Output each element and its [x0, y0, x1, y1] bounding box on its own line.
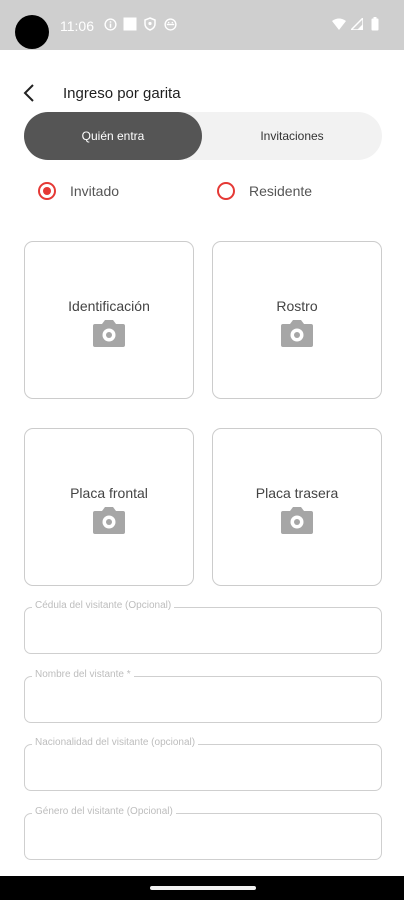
cedula-field-label: Cédula del visitante (Opcional): [32, 600, 175, 611]
genero-input[interactable]: [35, 824, 371, 850]
tab-invitaciones[interactable]: Invitaciones: [202, 112, 382, 160]
radio-invitado-label: Invitado: [70, 183, 120, 199]
genero-field: Género del visitante (Opcional): [24, 806, 382, 860]
radio-invitado[interactable]: Invitado: [38, 178, 119, 204]
square-icon: [123, 17, 137, 31]
nombre-input[interactable]: [35, 687, 371, 713]
photo-card-placa-frontal[interactable]: Placa frontal: [24, 428, 194, 586]
card-label: Placa trasera: [255, 485, 339, 501]
signal-icon: [350, 17, 364, 31]
radio-selected-dot: [43, 187, 51, 195]
photo-card-rostro[interactable]: Rostro: [212, 241, 382, 399]
card-label: Rostro: [276, 298, 318, 314]
card-label: Identificación: [68, 298, 150, 314]
wifi-icon: [332, 17, 346, 31]
cedula-field: Cédula del visitante (Opcional): [24, 600, 382, 654]
cedula-input[interactable]: [35, 618, 371, 644]
face-icon: [163, 17, 177, 31]
genero-field-label: Género del visitante (Opcional): [32, 806, 176, 817]
photo-card-identificacion[interactable]: Identificación: [24, 241, 194, 399]
nacionalidad-field: Nacionalidad del visitante (opcional): [24, 737, 382, 791]
system-navigation-bar: [0, 876, 404, 900]
radio-residente-label: Residente: [249, 183, 313, 199]
home-gesture-handle[interactable]: [150, 886, 256, 890]
status-system-icons: [332, 17, 382, 31]
app-header: Ingreso por garita: [0, 78, 404, 110]
radio-residente-circle[interactable]: [217, 182, 235, 200]
camera-icon: [93, 320, 125, 347]
camera-icon: [281, 320, 313, 347]
status-notification-icons: [103, 17, 177, 31]
nombre-field-label: Nombre del vistante *: [32, 669, 134, 680]
photo-card-placa-trasera[interactable]: Placa trasera: [212, 428, 382, 586]
radio-residente[interactable]: Residente: [217, 178, 312, 204]
camera-icon: [93, 507, 125, 534]
tab-quien-entra[interactable]: Quién entra: [24, 112, 202, 160]
nacionalidad-input[interactable]: [35, 755, 371, 781]
nacionalidad-field-label: Nacionalidad del visitante (opcional): [32, 737, 199, 748]
status-time: 11:06: [60, 18, 94, 34]
location-icon: [143, 17, 157, 31]
back-arrow-icon: [23, 84, 34, 102]
back-button[interactable]: [18, 81, 42, 105]
info-icon: [103, 17, 117, 31]
battery-icon: [368, 17, 382, 31]
card-label: Placa frontal: [70, 485, 148, 501]
page-title: Ingreso por garita: [63, 85, 181, 102]
radio-invitado-circle[interactable]: [38, 182, 56, 200]
camera-cutout: [15, 15, 49, 49]
nombre-field: Nombre del vistante *: [24, 669, 382, 723]
camera-icon: [281, 507, 313, 534]
tab-switcher: Quién entra Invitaciones: [24, 112, 382, 160]
status-bar: 11:06: [0, 0, 404, 50]
